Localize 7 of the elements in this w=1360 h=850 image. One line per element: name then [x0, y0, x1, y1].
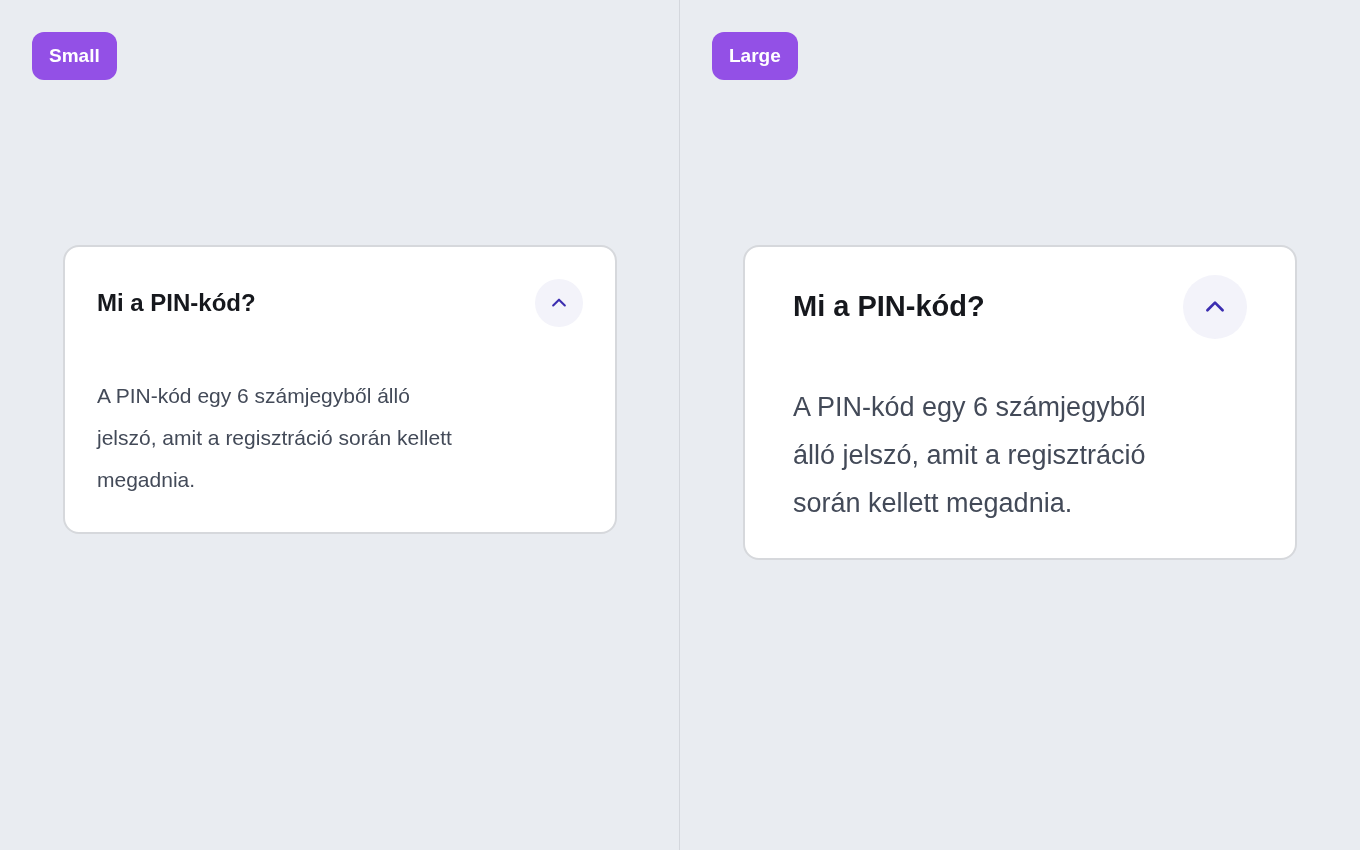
answer-text: A PIN-kód egy 6 számjegyből álló jelszó, amit a regisztráció során kellett megadnia.: [793, 391, 1147, 520]
question-title: Mi a PIN-kód?: [793, 289, 985, 325]
size-badge: Large: [712, 32, 798, 80]
size-badge: Small: [32, 32, 117, 80]
answer-text: A PIN-kód egy 6 számjegyből álló jelszó, amit a regisztráció során kellett megadnia.: [97, 383, 453, 493]
toggle-button[interactable]: [535, 279, 583, 327]
question-title: Mi a PIN-kód?: [97, 288, 256, 318]
